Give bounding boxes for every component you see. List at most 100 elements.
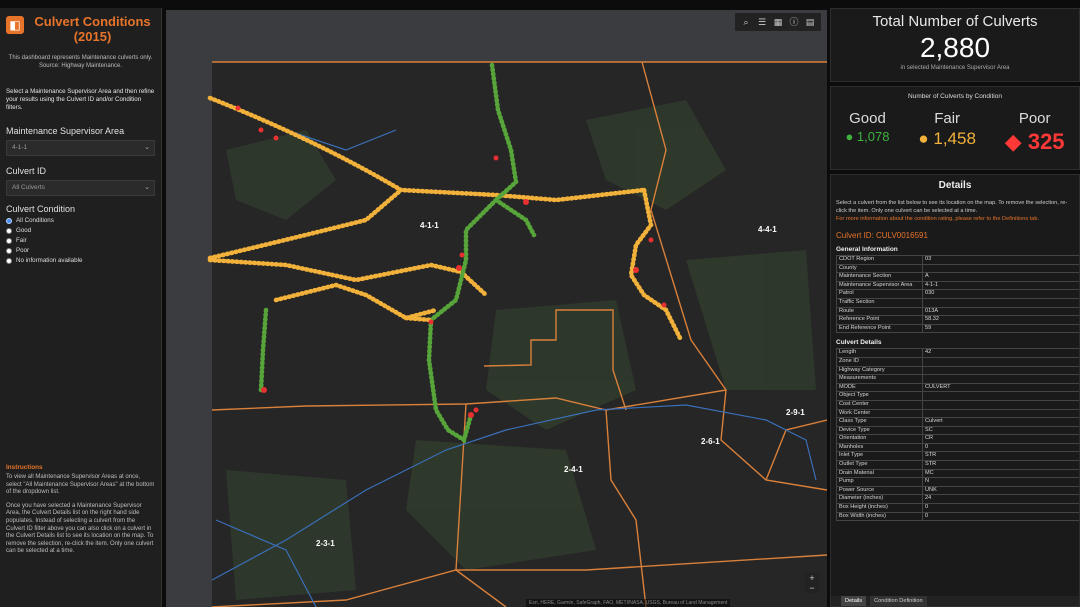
radio-fair[interactable]: Fair	[6, 237, 155, 244]
radio-label: Good	[16, 227, 32, 234]
table-row[interactable]: Traffic Section	[836, 297, 1079, 308]
field-value	[922, 365, 1079, 376]
table-row[interactable]: MODE CULVERT	[836, 382, 1079, 393]
table-row[interactable]: Device Type SC	[836, 425, 1079, 436]
radio-all-conditions[interactable]: All Conditions	[6, 217, 155, 224]
radio-good[interactable]: Good	[6, 227, 155, 234]
culvert-id-select[interactable]: All Culverts ⌄	[6, 180, 155, 196]
table-row[interactable]: Highway Category	[836, 365, 1079, 376]
fair-dot-icon: ●	[918, 129, 929, 148]
radio-poor[interactable]: Poor	[6, 247, 155, 254]
table-row[interactable]: Zone ID	[836, 356, 1079, 367]
basemap-icon[interactable]: ▦	[771, 15, 785, 29]
total-heading: Total Number of Culverts	[872, 13, 1038, 30]
search-icon[interactable]: ⌕	[739, 15, 753, 29]
poor-count: Poor ◆ 325	[1005, 110, 1065, 155]
radio-label: Fair	[16, 237, 27, 244]
radio-no-info[interactable]: No information available	[6, 257, 155, 264]
culvert-id-value: CULV0016591	[876, 231, 928, 240]
table-row[interactable]: Drain Material MC	[836, 468, 1079, 479]
chevron-down-icon: ⌄	[144, 184, 150, 191]
notes-heading: Instructions	[6, 464, 43, 471]
details-instructions-text: Select a culvert from the list below to …	[836, 200, 1068, 214]
zoom-in-button[interactable]: +	[805, 573, 819, 583]
fair-label: Fair	[934, 110, 961, 127]
culvert-details-heading: Culvert Details	[836, 339, 882, 347]
map-area-label: 4-4-1	[758, 225, 777, 234]
area-select[interactable]: 4-1-1 ⌄	[6, 140, 155, 156]
field-name: Maintenance Supervisor Area	[836, 280, 923, 291]
map-view[interactable]: 4-1-1 4-4-1 2-9-1 2-6-1 2-4-1 2-3-1 ⌕ ☰ …	[166, 10, 827, 607]
good-count: Good ● 1,078	[845, 110, 889, 155]
table-row[interactable]: Class Type Culvert	[836, 417, 1079, 427]
field-value: 03	[922, 255, 1079, 265]
condition-label: Culvert Condition	[6, 204, 76, 214]
grid-icon[interactable]: ▤	[803, 15, 817, 29]
field-name: Power Source	[836, 485, 923, 496]
table-row[interactable]: Reference Point 58.32	[836, 315, 1079, 325]
table-row[interactable]: Object Type	[836, 391, 1079, 401]
field-name: Measurements	[836, 374, 923, 384]
field-value: STR	[922, 460, 1079, 470]
map-canvas[interactable]: 4-1-1 4-4-1 2-9-1 2-6-1 2-4-1 2-3-1	[166, 10, 827, 607]
good-value: 1,078	[856, 129, 890, 144]
table-row[interactable]: Maintenance Supervisor Area 4-1-1	[836, 280, 1079, 291]
field-value: 24	[922, 494, 1079, 505]
note-text: Once you have selected a Maintenance Sup…	[6, 502, 154, 555]
table-row[interactable]: Inlet Type STR	[836, 451, 1079, 462]
field-name: Drain Material	[836, 468, 923, 479]
info-icon[interactable]: ⓘ	[787, 15, 801, 29]
table-row[interactable]: End Reference Point 59	[836, 323, 1079, 334]
table-row[interactable]: Measurements	[836, 374, 1079, 384]
culvert-id-select-value: All Culverts	[12, 184, 45, 191]
table-row[interactable]: County	[836, 263, 1079, 274]
table-row[interactable]: Route 013A	[836, 306, 1079, 317]
table-row[interactable]: Patrol 030	[836, 289, 1079, 299]
radio-icon	[6, 237, 12, 244]
map-area-label: 2-6-1	[701, 437, 720, 446]
table-row[interactable]: Pump N	[836, 477, 1079, 487]
radio-label: All Conditions	[16, 217, 54, 224]
field-value: MC	[922, 468, 1079, 479]
radio-selected-icon	[6, 217, 12, 224]
table-row[interactable]: Work Center	[836, 408, 1079, 419]
field-value: Culvert	[922, 417, 1079, 427]
tab-condition-definition[interactable]: Condition Definition	[870, 596, 927, 606]
map-toolbar: ⌕ ☰ ▦ ⓘ ▤	[735, 13, 821, 31]
intro-text: This dashboard represents Maintenance cu…	[8, 55, 153, 69]
definitions-link[interactable]: For more information about the condition…	[836, 216, 1039, 222]
condition-panel: Number of Culverts by Condition Good ● 1…	[830, 86, 1080, 170]
table-row[interactable]: Manholes 0	[836, 442, 1079, 453]
radio-icon	[6, 247, 12, 254]
field-value	[922, 374, 1079, 384]
zoom-out-button[interactable]: −	[805, 583, 819, 593]
field-value: 42	[922, 348, 1079, 358]
table-row[interactable]: Cost Center	[836, 399, 1079, 410]
field-name: Box Height (inches)	[836, 503, 923, 513]
table-row[interactable]: CDOT Region 03	[836, 255, 1079, 265]
table-row[interactable]: Outlet Type STR	[836, 460, 1079, 470]
culvert-id-label: Culvert ID	[6, 166, 47, 176]
table-row[interactable]: Diameter (inches) 24	[836, 494, 1079, 505]
table-row[interactable]: Power Source UNK	[836, 485, 1079, 496]
table-row[interactable]: Length 42	[836, 348, 1079, 358]
fair-value: 1,458	[933, 129, 976, 148]
layers-icon[interactable]: ☰	[755, 15, 769, 29]
field-name: County	[836, 263, 923, 274]
tab-details[interactable]: Details	[841, 596, 867, 606]
table-row[interactable]: Box Height (inches) 0	[836, 503, 1079, 513]
field-value	[922, 297, 1079, 308]
total-subtitle: in selected Maintenance Supervisor Area	[900, 65, 1010, 71]
map-area-label: 2-9-1	[786, 408, 805, 417]
table-row[interactable]: Maintenance Section A	[836, 272, 1079, 282]
field-value	[922, 408, 1079, 419]
field-value: 59	[922, 323, 1079, 334]
details-instructions: Select a culvert from the list below to …	[831, 191, 1079, 223]
table-row[interactable]: Orientation CR	[836, 434, 1079, 444]
condition-heading: Number of Culverts by Condition	[908, 93, 1002, 100]
field-name: Orientation	[836, 434, 923, 444]
app-logo-icon: ◧	[6, 16, 24, 34]
table-row[interactable]: Box Width (inches) 0	[836, 511, 1079, 522]
field-value: 4-1-1	[922, 280, 1079, 291]
fair-value-row: ● 1,458	[918, 129, 976, 149]
